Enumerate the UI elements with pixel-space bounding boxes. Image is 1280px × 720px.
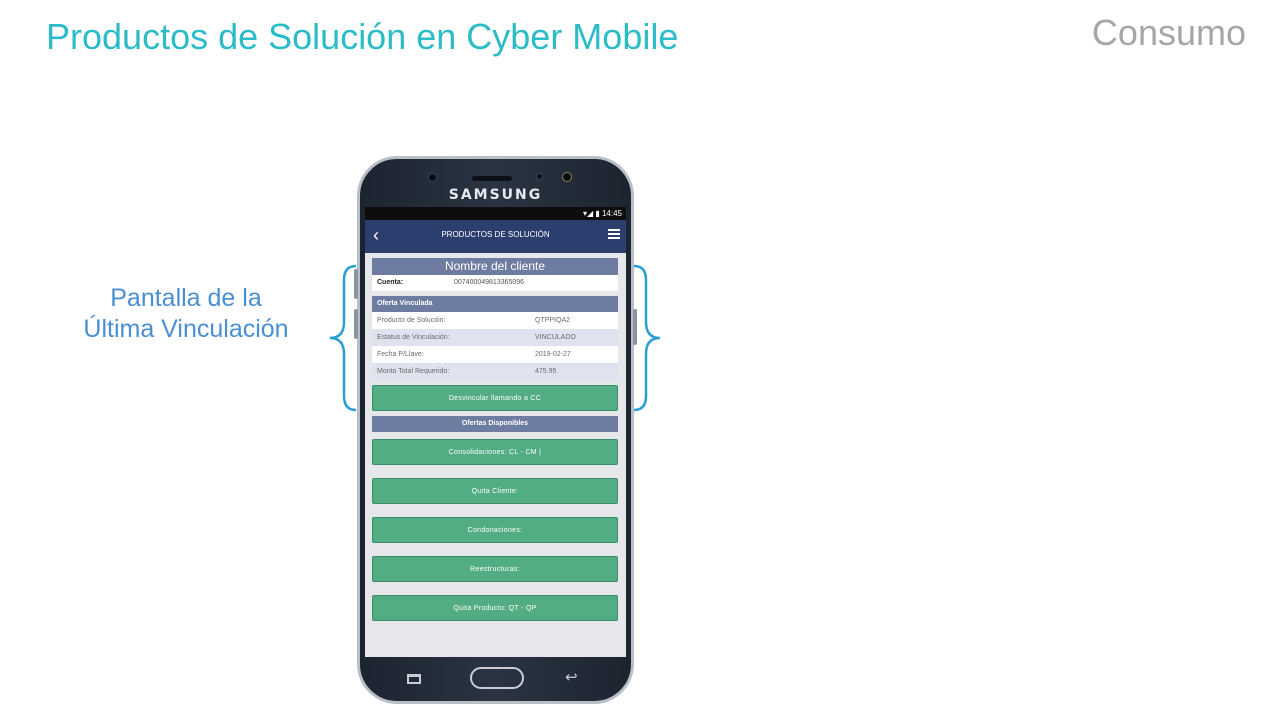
account-row: Cuenta: 007400049813365096 [372, 275, 618, 291]
volume-button-lower [354, 309, 358, 339]
offer-condonaciones-button[interactable]: Condonaciones: [372, 517, 618, 543]
linked-row-value: QTPPIQA2 [535, 317, 571, 324]
home-button[interactable] [470, 667, 524, 689]
linked-row: Estatus de Vinculación: VINCULADO [372, 329, 618, 346]
phone-screen: ▾◢ ▮ 14:45 ‹ PRODUCTOS DE SOLUCIÓN Nombr… [365, 207, 626, 657]
front-camera-icon [562, 172, 572, 182]
linked-row-key: Fecha P/Llave: [377, 351, 424, 358]
app-title: PRODUCTOS DE SOLUCIÓN [441, 230, 550, 239]
slide-category-label: Consumo [1091, 12, 1246, 53]
app-header: ‹ PRODUCTOS DE SOLUCIÓN [365, 220, 626, 253]
linked-row-key: Producto de Solución: [377, 317, 446, 324]
status-time: 14:45 [601, 209, 622, 218]
linked-row: Monto Total Requerido: 475.95 [372, 363, 618, 380]
linked-row-key: Estatus de Vinculación: [377, 334, 450, 341]
linked-row-key: Monto Total Requerido: [377, 368, 450, 375]
linked-row-value: 2019-02-27 [535, 351, 571, 358]
screen-caption: Pantalla de la Última Vinculación [66, 283, 306, 345]
available-offers-header: Ofertas Disponibles [372, 416, 618, 432]
phone-brand-logo: SAMSUNG [448, 187, 543, 203]
unlink-button[interactable]: Desvincular llamando a CC [372, 385, 618, 411]
offer-quita-producto-button[interactable]: Quita Producto: QT - QP [372, 595, 618, 621]
linked-offer-header: Oferta Vinculada [372, 296, 618, 312]
hardware-navbar: ↩ [365, 662, 626, 698]
volume-button [354, 269, 358, 299]
status-bar: ▾◢ ▮ 14:45 [365, 207, 626, 220]
signal-icon: ▾◢ ▮ [582, 209, 602, 218]
account-value: 007400049813365096 [454, 279, 525, 286]
sensor-icon [428, 173, 437, 182]
slide-title: Productos de Solución en Cyber Mobile [46, 16, 679, 57]
hamburger-menu-icon[interactable] [608, 229, 620, 241]
offer-quita-cliente-button[interactable]: Quita Cliente: [372, 478, 618, 504]
recent-apps-icon[interactable] [407, 674, 421, 684]
caption-line-2: Última Vinculación [83, 315, 289, 343]
power-button [633, 309, 637, 345]
account-label: Cuenta: [377, 279, 404, 286]
linked-row: Fecha P/Llave: 2019-02-27 [372, 346, 618, 363]
back-icon[interactable]: ↩ [565, 668, 578, 686]
offer-consolidaciones-button[interactable]: Consolidaciones: CL - CM | [372, 439, 618, 465]
linked-row: Producto de Solución: QTPPIQA2 [372, 312, 618, 329]
earpiece-speaker [472, 176, 512, 181]
client-name-header: Nombre del cliente [372, 258, 618, 275]
sensor-icon-2 [536, 173, 543, 180]
phone-device: SAMSUNG ▾◢ ▮ 14:45 ‹ PRODUCTOS DE SOLUCI… [354, 156, 637, 704]
caption-line-1: Pantalla de la [110, 284, 262, 312]
offer-reestructuras-button[interactable]: Reestructuras: [372, 556, 618, 582]
linked-row-value: VINCULADO [535, 334, 576, 341]
linked-row-value: 475.95 [535, 368, 557, 375]
screen-content: Nombre del cliente Cuenta: 0074000498133… [372, 258, 618, 621]
